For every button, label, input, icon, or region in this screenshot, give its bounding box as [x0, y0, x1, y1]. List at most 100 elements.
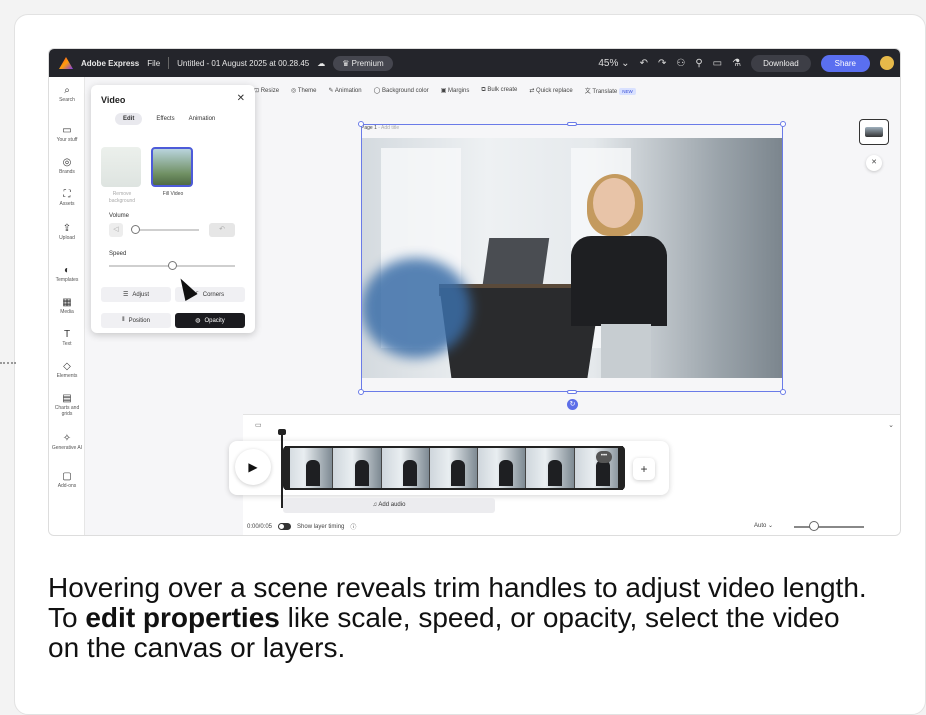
margins-button[interactable]: ▣ Margins [441, 87, 470, 94]
add-scene-button[interactable]: + [633, 458, 655, 480]
toolbar-label: Resize [260, 87, 280, 94]
panel-tabs: Edit Effects Animation [115, 113, 215, 125]
toolbar-label: Theme [297, 87, 317, 94]
resize-handle[interactable] [567, 390, 577, 394]
chevron-down-icon[interactable]: ⌄ [888, 421, 894, 429]
translate-button[interactable]: 文 Translate NEW [585, 86, 636, 95]
video-clip[interactable] [283, 446, 625, 490]
background-color-button[interactable]: ◯ Background color [374, 87, 429, 94]
sliders-icon: ☰ [122, 292, 129, 298]
app-screenshot: Adobe Express File Untitled - 01 August … [48, 48, 901, 536]
corners-label: Corners [202, 291, 225, 298]
timeline-zoom-track[interactable] [794, 526, 864, 528]
pin-icon[interactable]: ⚲ [695, 58, 702, 69]
auto-dropdown[interactable]: Auto ⌄ [754, 522, 773, 529]
rail-item-brands[interactable]: ◎ Brands [49, 157, 85, 175]
page-thumbnail[interactable] [859, 119, 889, 145]
toolbar-label: Background color [381, 87, 429, 94]
resize-handle[interactable] [358, 389, 364, 395]
rail-item-your-stuff[interactable]: ▭ Your stuff [49, 125, 85, 143]
caption-text: Hovering over a scene reveals trim handl… [48, 573, 878, 663]
tab-edit[interactable]: Edit [115, 113, 143, 125]
opacity-label: Opacity [204, 317, 225, 324]
canvas-toolbar: ⊡ Resize ◎ Theme ✎ Animation ◯ Backgroun… [254, 81, 636, 99]
premium-button[interactable]: ♛ Premium [333, 55, 393, 71]
rotate-icon[interactable]: ↻ [567, 399, 578, 410]
rail-label: Elements [56, 373, 78, 379]
rail-item-text[interactable]: T Text [49, 329, 85, 347]
page-number: Page 1 [361, 125, 377, 131]
rail-item-assets[interactable]: ⛶ Assets [49, 189, 85, 207]
adjust-button[interactable]: ☰ Adjust [101, 287, 171, 302]
page-label[interactable]: Page 1 - Add title [361, 125, 399, 131]
resize-button[interactable]: ⊡ Resize [254, 87, 279, 94]
collaborator-icon[interactable]: ⚇ [676, 58, 685, 69]
volume-track[interactable] [135, 229, 199, 231]
timeline-zoom-knob[interactable] [809, 521, 819, 531]
connector-dash [0, 362, 16, 364]
rail-label: Your stuff [56, 137, 78, 143]
comment-icon[interactable]: ▭ [713, 58, 722, 69]
rail-item-media[interactable]: ▦ Media [49, 297, 85, 315]
toolbar-label: Animation [334, 87, 362, 94]
fill-video-thumbnail[interactable] [151, 147, 193, 187]
add-title-link[interactable]: - Add title [378, 125, 399, 131]
assets-icon: ⛶ [63, 189, 71, 200]
toolbar-label: Margins [448, 87, 470, 94]
resize-handle[interactable] [780, 121, 786, 127]
adobe-express-logo-icon[interactable] [59, 57, 73, 69]
speed-knob[interactable] [168, 261, 177, 270]
rail-label: Add-ons [57, 483, 77, 489]
rail-item-charts[interactable]: ▤ Charts and grids [49, 393, 85, 417]
rail-label: Search [59, 97, 75, 103]
avatar[interactable] [880, 56, 894, 70]
share-button[interactable]: Share [820, 54, 870, 72]
layers-icon[interactable]: ▭ [255, 421, 262, 429]
volume-knob[interactable] [131, 225, 140, 234]
trim-handle-left[interactable] [285, 446, 290, 490]
theme-button[interactable]: ◎ Theme [291, 87, 316, 94]
tab-effects[interactable]: Effects [156, 116, 174, 122]
rail-item-add-ons[interactable]: ▢ Add-ons [49, 471, 85, 489]
rail-item-templates[interactable]: ◐ Templates [49, 265, 85, 283]
download-button[interactable]: Download [751, 54, 811, 72]
rail-item-search[interactable]: ⌕ Search [49, 85, 85, 103]
bulk-create-button[interactable]: ⧉ Bulk create [481, 87, 517, 94]
tab-animation[interactable]: Animation [189, 116, 216, 122]
reset-icon[interactable]: ↶ [209, 223, 235, 237]
more-options-button[interactable]: ••• [596, 451, 612, 463]
playhead[interactable] [278, 429, 286, 508]
undo-icon[interactable]: ↶ [640, 58, 648, 69]
file-menu[interactable]: File [147, 59, 160, 68]
close-icon[interactable]: ✕ [237, 93, 245, 104]
rail-label: Brands [59, 169, 75, 175]
speaker-icon[interactable]: ◁ [109, 223, 123, 237]
resize-handle[interactable] [567, 122, 577, 126]
document-title[interactable]: Untitled - 01 August 2025 at 00.28.45 [177, 59, 309, 68]
layer-timing-toggle[interactable] [278, 523, 292, 530]
opacity-button[interactable]: ◍ Opacity [175, 313, 245, 328]
scene-strip: ▶ ••• + [229, 441, 669, 495]
premium-label: Premium [351, 58, 384, 68]
rail-item-upload[interactable]: ⇪ Upload [49, 223, 85, 241]
add-audio-button[interactable]: ♫ Add audio [283, 498, 495, 513]
redo-icon[interactable]: ↷ [658, 58, 666, 69]
rail-item-elements[interactable]: ◇ Elements [49, 361, 85, 379]
rail-item-generative-ai[interactable]: ✧ Generative AI [49, 433, 85, 451]
position-button[interactable]: ⫴ Position [101, 313, 171, 328]
canvas-video[interactable] [361, 138, 783, 378]
resize-handle[interactable] [358, 121, 364, 127]
resize-handle[interactable] [780, 389, 786, 395]
rail-label: Templates [55, 277, 79, 283]
zoom-dropdown[interactable]: 45% ⌄ [598, 58, 629, 69]
close-icon[interactable]: ✕ [866, 155, 882, 171]
quick-replace-button[interactable]: ⇄ Quick replace [529, 87, 572, 94]
top-bar-right: 45% ⌄ ↶ ↷ ⚇ ⚲ ▭ ⚗ Download Share [598, 49, 894, 77]
trim-handle-right[interactable] [618, 446, 623, 490]
play-button[interactable]: ▶ [235, 449, 271, 485]
beaker-icon[interactable]: ⚗ [732, 58, 741, 69]
info-icon[interactable]: ⓘ [350, 522, 356, 531]
sparkle-icon: ✧ [62, 433, 72, 444]
animation-button[interactable]: ✎ Animation [329, 87, 362, 94]
cloud-icon: ☁ [317, 58, 326, 68]
